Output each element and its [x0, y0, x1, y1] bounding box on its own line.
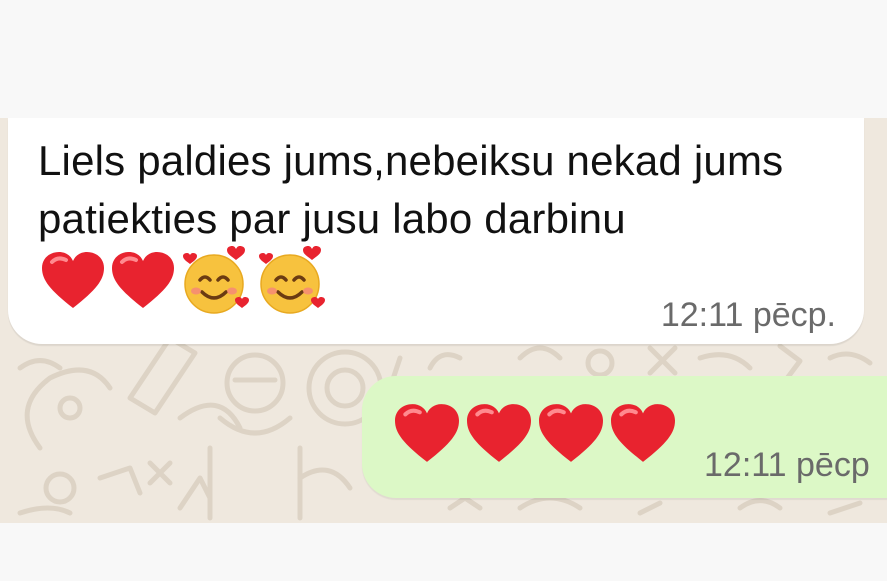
- screenshot: Liels paldies jums,nebeiksu nekad jums p…: [0, 0, 887, 581]
- outgoing-message-bubble[interactable]: 12:11 pēcp: [362, 376, 887, 498]
- outgoing-emoji-row: [392, 402, 678, 466]
- red-heart-icon: [110, 250, 176, 312]
- incoming-message-timestamp: 12:11 pēcp.: [660, 296, 836, 334]
- red-heart-icon: [536, 402, 606, 466]
- smiling-face-with-hearts-icon: [180, 246, 252, 316]
- red-heart-icon: [464, 402, 534, 466]
- red-heart-icon: [608, 402, 678, 466]
- incoming-message-bubble[interactable]: Liels paldies jums,nebeiksu nekad jums p…: [8, 118, 864, 344]
- smiling-face-with-hearts-icon: [256, 246, 328, 316]
- incoming-emoji-row: [40, 246, 328, 316]
- outgoing-message-timestamp: 12:11 pēcp: [704, 446, 870, 484]
- red-heart-icon: [392, 402, 462, 466]
- chat-area[interactable]: Liels paldies jums,nebeiksu nekad jums p…: [0, 118, 887, 523]
- red-heart-icon: [40, 250, 106, 312]
- incoming-message-text: Liels paldies jums,nebeiksu nekad jums p…: [38, 137, 784, 242]
